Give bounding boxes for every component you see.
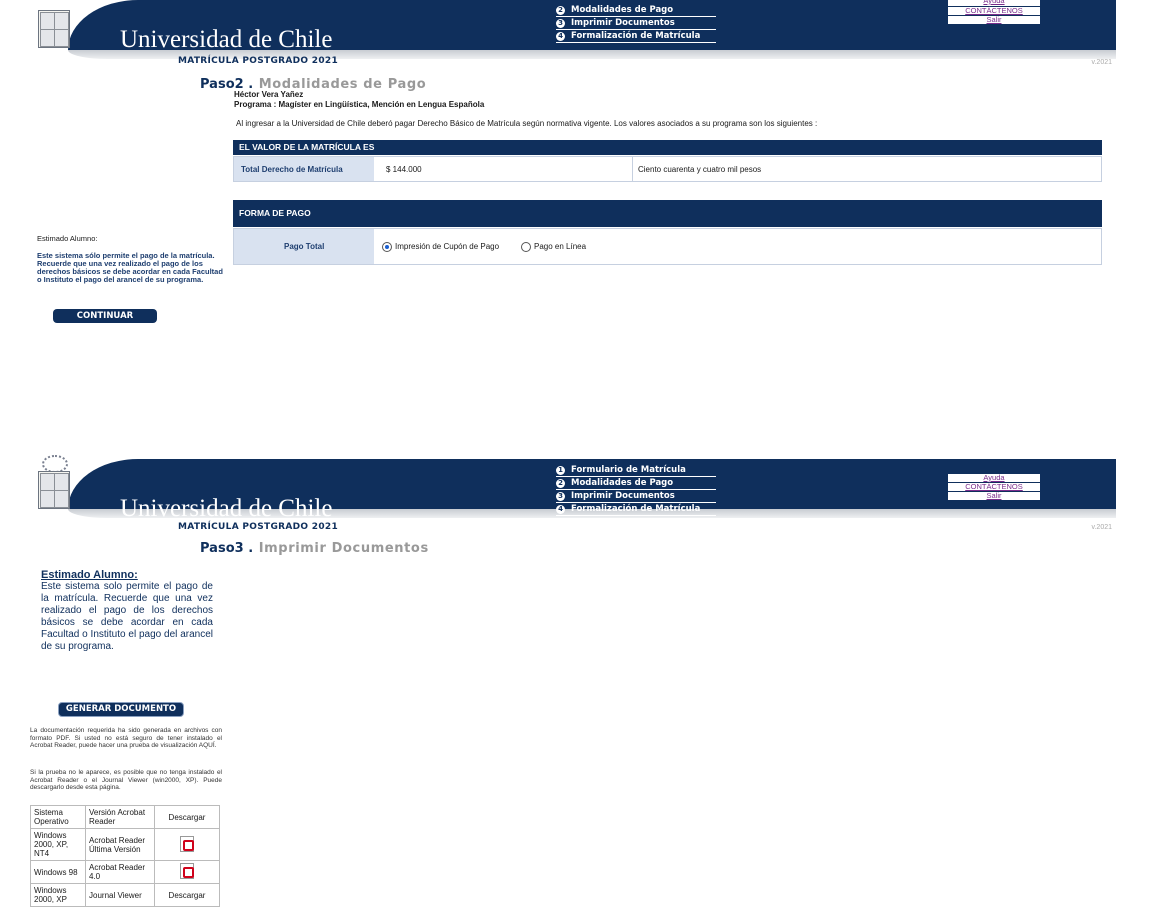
step-number-icon: 2 xyxy=(556,6,565,15)
table-row: Windows 2000, XP, NT4 Acrobat Reader Últ… xyxy=(30,828,220,861)
version-label: v.2021 xyxy=(1091,524,1113,531)
fee-label: Total Derecho de Matrícula xyxy=(241,165,343,174)
step-number-icon: 1 xyxy=(556,466,565,475)
menu-item-3[interactable]: 3 Imprimir Documentos xyxy=(556,17,716,30)
radio-label: Pago en Línea xyxy=(534,242,587,252)
step-menu: 1 Formulario de Matrícula 2 Modalidades de… xyxy=(556,464,716,516)
radio-unselected-icon[interactable] xyxy=(521,242,531,252)
continue-button[interactable]: CONTINUAR xyxy=(53,309,157,323)
step-number-icon: 3 xyxy=(556,492,565,501)
menu-item-label: Modalidades de Pago xyxy=(571,478,674,488)
table-cell-os: Windows 2000, XP xyxy=(30,883,86,907)
table-cell-version: Journal Viewer xyxy=(85,883,155,907)
university-name: Universidad de Chile xyxy=(120,26,333,53)
download-table: Sistema Operativo Versión Acrobat Reader… xyxy=(30,805,220,907)
notice-title: Estimado Alumno: xyxy=(37,234,98,243)
step-heading: Paso3 . Imprimir Documentos xyxy=(200,537,429,556)
table-cell-version: Acrobat Reader Última Versión xyxy=(85,828,155,861)
radio-online[interactable]: Pago en Línea xyxy=(521,242,586,252)
radio-label: Impresión de Cupón de Pago xyxy=(395,242,500,252)
fee-header: EL VALOR DE LA MATRÍCULA ES xyxy=(233,140,1102,155)
step-menu: 2 Modalidades de Pago 3 Imprimir Documento… xyxy=(556,4,716,43)
student-name: Héctor Vera Yañez xyxy=(234,90,304,99)
download-link[interactable]: Descargar xyxy=(154,883,220,907)
table-header: Descargar xyxy=(154,805,220,829)
notice-text: Este sistema solo permite el pago de la … xyxy=(41,581,213,652)
header-screen2: Universidad de Chile MATRÍCULA POSTGRADO… xyxy=(28,455,1116,532)
university-name: Universidad de Chile xyxy=(120,495,333,522)
menu-item-3[interactable]: 3 Imprimir Documentos xyxy=(556,490,716,503)
version-label: v.2021 xyxy=(1091,59,1113,66)
generate-document-button[interactable]: GENERAR DOCUMENTO xyxy=(58,702,184,717)
page-title: Imprimir Documentos xyxy=(258,541,429,556)
step-number-icon: 3 xyxy=(556,19,565,28)
header-links: Ayuda CONTÁCTENOS Salir xyxy=(948,474,1040,501)
logout-link[interactable]: Salir xyxy=(948,16,1040,25)
step-prefix: Paso3 . xyxy=(200,541,254,556)
menu-item-label: Modalidades de Pago xyxy=(571,5,674,15)
header-screen1: Universidad de Chile MATRÍCULA POSTGRADO… xyxy=(28,0,1116,66)
menu-item-2[interactable]: 2 Modalidades de Pago xyxy=(556,4,716,17)
notice-title: Estimado Alumno: xyxy=(41,569,138,581)
fee-words: Ciento cuarenta y cuatro mil pesos xyxy=(638,165,762,174)
university-crest-icon xyxy=(38,10,70,48)
menu-item-label: Formalización de Matrícula xyxy=(571,504,701,514)
logout-link[interactable]: Salir xyxy=(948,492,1040,501)
table-row: Windows 98 Acrobat Reader 4.0 xyxy=(30,860,220,884)
radio-selected-icon[interactable] xyxy=(382,242,392,252)
table-row: Windows 2000, XP Journal Viewer Descarga… xyxy=(30,883,220,907)
info-text-1: La documentación requerida ha sido gener… xyxy=(30,727,222,749)
step-number-icon: 4 xyxy=(556,32,565,41)
menu-item-2[interactable]: 2 Modalidades de Pago xyxy=(556,477,716,490)
step-number-icon: 4 xyxy=(556,505,565,514)
notice-text: Este sistema sólo permite el pago de la … xyxy=(37,251,223,284)
fee-divider xyxy=(632,157,633,181)
header-subtitle: MATRÍCULA POSTGRADO 2021 xyxy=(178,522,339,532)
menu-item-4[interactable]: 4 Formalización de Matrícula xyxy=(556,30,716,43)
table-header-row: Sistema Operativo Versión Acrobat Reader… xyxy=(30,805,220,829)
header-subtitle: MATRÍCULA POSTGRADO 2021 xyxy=(178,56,339,66)
payment-box: Pago Total Impresión de Cupón de Pago Pa… xyxy=(233,228,1102,265)
radio-coupon[interactable]: Impresión de Cupón de Pago xyxy=(382,242,499,252)
menu-item-4[interactable]: 4 Formalización de Matrícula xyxy=(556,503,716,516)
table-cell-download xyxy=(154,860,220,884)
table-cell-os: Windows 98 xyxy=(30,860,86,884)
table-header: Sistema Operativo xyxy=(30,805,86,829)
step-number-icon: 2 xyxy=(556,479,565,488)
table-cell-download xyxy=(154,828,220,861)
university-crest-icon xyxy=(38,471,70,509)
fee-box: Total Derecho de Matrícula $ 144.000 Cie… xyxy=(233,156,1102,182)
menu-item-label: Imprimir Documentos xyxy=(571,491,675,501)
table-header: Versión Acrobat Reader xyxy=(85,805,155,829)
intro-text: Al ingresar a la Universidad de Chile de… xyxy=(236,119,818,128)
menu-item-1[interactable]: 1 Formulario de Matrícula xyxy=(556,464,716,477)
header-links: Ayuda CONTÁCTENOS Salir xyxy=(948,0,1040,25)
pdf-icon[interactable] xyxy=(180,835,194,852)
payment-header: FORMA DE PAGO xyxy=(233,200,1102,227)
table-cell-os: Windows 2000, XP, NT4 xyxy=(30,828,86,861)
menu-item-label: Formulario de Matrícula xyxy=(571,465,686,475)
info-text-2: Si la prueba no le aparece, es posible q… xyxy=(30,769,222,791)
fee-amount: $ 144.000 xyxy=(386,165,422,174)
table-cell-version: Acrobat Reader 4.0 xyxy=(85,860,155,884)
menu-item-label: Imprimir Documentos xyxy=(571,18,675,28)
payment-label: Pago Total xyxy=(284,242,325,251)
menu-item-label: Formalización de Matrícula xyxy=(571,31,701,41)
program-name: Programa : Magíster en Lingüística, Menc… xyxy=(234,100,485,109)
pdf-icon[interactable] xyxy=(180,863,194,879)
